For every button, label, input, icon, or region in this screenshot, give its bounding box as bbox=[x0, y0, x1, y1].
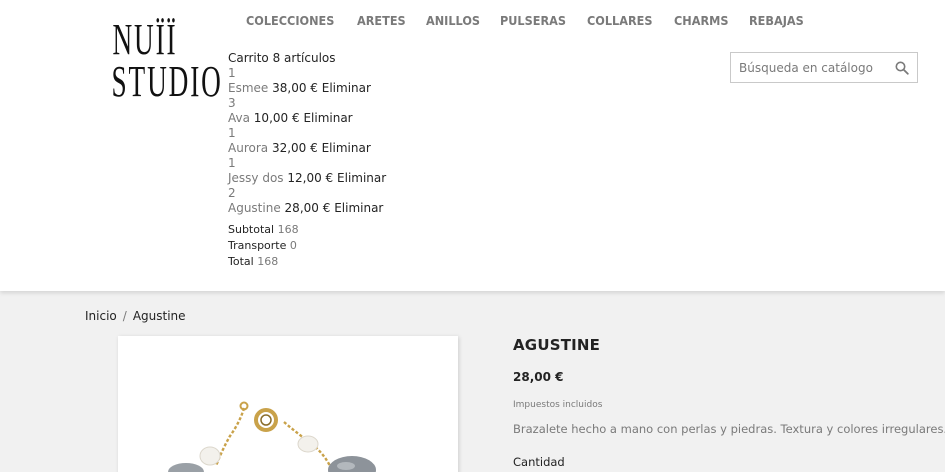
breadcrumb: Inicio / Agustine bbox=[85, 309, 186, 323]
cart-title: Carrito 8 artículos bbox=[228, 51, 336, 65]
search-input[interactable] bbox=[739, 59, 889, 77]
cart-item: Agustine 28,00 € Eliminar bbox=[228, 201, 386, 216]
cart-item-qty: 1 bbox=[228, 156, 236, 170]
subtotal-value: 168 bbox=[277, 223, 299, 236]
product-image[interactable] bbox=[118, 336, 458, 472]
cart-item-qty: 2 bbox=[228, 186, 236, 200]
nav-item-anillos[interactable]: ANILLOS bbox=[426, 14, 480, 34]
cart-remove-link[interactable]: Eliminar bbox=[322, 81, 371, 95]
product-title: AGUSTINE bbox=[513, 336, 601, 354]
site-logo[interactable]: NUÏÏ STUDIO bbox=[91, 15, 223, 106]
product-page: Inicio / Agustine AGUSTINE 28,00 € Impuest… bbox=[0, 291, 945, 472]
shipping-value: 0 bbox=[289, 239, 297, 252]
cart-shipping: Transporte 0 bbox=[228, 238, 386, 254]
cart-item-qty: 1 bbox=[228, 66, 236, 80]
product-description: Brazalete hecho a mano con perlas y pied… bbox=[513, 422, 945, 436]
cart-summary: Carrito 8 artículos 1 Esmee 38,00 € Elim… bbox=[228, 51, 386, 270]
cart-item-name[interactable]: Aurora bbox=[228, 141, 268, 155]
cart-item-name[interactable]: Ava bbox=[228, 111, 250, 125]
cart-remove-link[interactable]: Eliminar bbox=[322, 141, 371, 155]
cart-remove-link[interactable]: Eliminar bbox=[337, 171, 386, 185]
total-label: Total bbox=[228, 255, 254, 268]
breadcrumb-separator: / bbox=[122, 309, 127, 323]
nav-item-collares[interactable]: COLLARES bbox=[587, 14, 652, 34]
search-icon[interactable] bbox=[895, 61, 909, 75]
nav-item-pulseras[interactable]: PULSERAS bbox=[500, 14, 566, 34]
total-value: 168 bbox=[257, 255, 279, 268]
nav-item-aretes[interactable]: ARETES bbox=[357, 14, 406, 34]
cart-item-price: 28,00 € bbox=[284, 201, 331, 215]
cart-item: Esmee 38,00 € Eliminar bbox=[228, 81, 386, 96]
tax-note: Impuestos incluidos bbox=[513, 400, 603, 410]
cart-item-name[interactable]: Agustine bbox=[228, 201, 281, 215]
shipping-label: Transporte bbox=[228, 239, 287, 252]
cart-item-name[interactable]: Jessy dos bbox=[228, 171, 284, 185]
cart-item-price: 38,00 € bbox=[272, 81, 318, 95]
cart-remove-link[interactable]: Eliminar bbox=[303, 111, 352, 125]
cart-item: Jessy dos 12,00 € Eliminar bbox=[228, 171, 386, 186]
cart-item-price: 10,00 € bbox=[253, 111, 300, 125]
cart-item: Aurora 32,00 € Eliminar bbox=[228, 141, 386, 156]
site-header: NUÏÏ STUDIO COLECCIONES ARETES ANILLOS P… bbox=[0, 0, 945, 291]
product-price: 28,00 € bbox=[513, 370, 564, 384]
nav-item-charms[interactable]: CHARMS bbox=[674, 14, 728, 34]
cart-item-price: 32,00 € bbox=[271, 141, 318, 155]
cart-item-price: 12,00 € bbox=[287, 171, 334, 185]
main-nav: COLECCIONES ARETES ANILLOS PULSERAS COLL… bbox=[246, 14, 824, 34]
search-box bbox=[730, 52, 918, 83]
cart-subtotal: Subtotal 168 bbox=[228, 222, 386, 238]
bracelet-photo bbox=[118, 336, 458, 472]
nav-item-colecciones[interactable]: COLECCIONES bbox=[246, 14, 334, 34]
cart-item: Ava 10,00 € Eliminar bbox=[228, 111, 386, 126]
breadcrumb-current: Agustine bbox=[132, 309, 186, 323]
cart-remove-link[interactable]: Eliminar bbox=[334, 201, 383, 215]
nav-item-rebajas[interactable]: REBAJAS bbox=[749, 14, 804, 34]
cart-totals: Subtotal 168 Transporte 0 Total 168 bbox=[228, 222, 386, 270]
quantity-label: Cantidad bbox=[513, 455, 565, 469]
logo-line-1: NUÏÏ bbox=[112, 15, 178, 64]
subtotal-label: Subtotal bbox=[228, 223, 275, 236]
cart-total: Total 168 bbox=[228, 254, 386, 270]
breadcrumb-home[interactable]: Inicio bbox=[85, 309, 117, 323]
cart-item-name[interactable]: Esmee bbox=[228, 81, 268, 95]
logo-line-2: STUDIO bbox=[111, 57, 223, 106]
cart-item-qty: 1 bbox=[228, 126, 236, 140]
cart-item-qty: 3 bbox=[228, 96, 236, 110]
